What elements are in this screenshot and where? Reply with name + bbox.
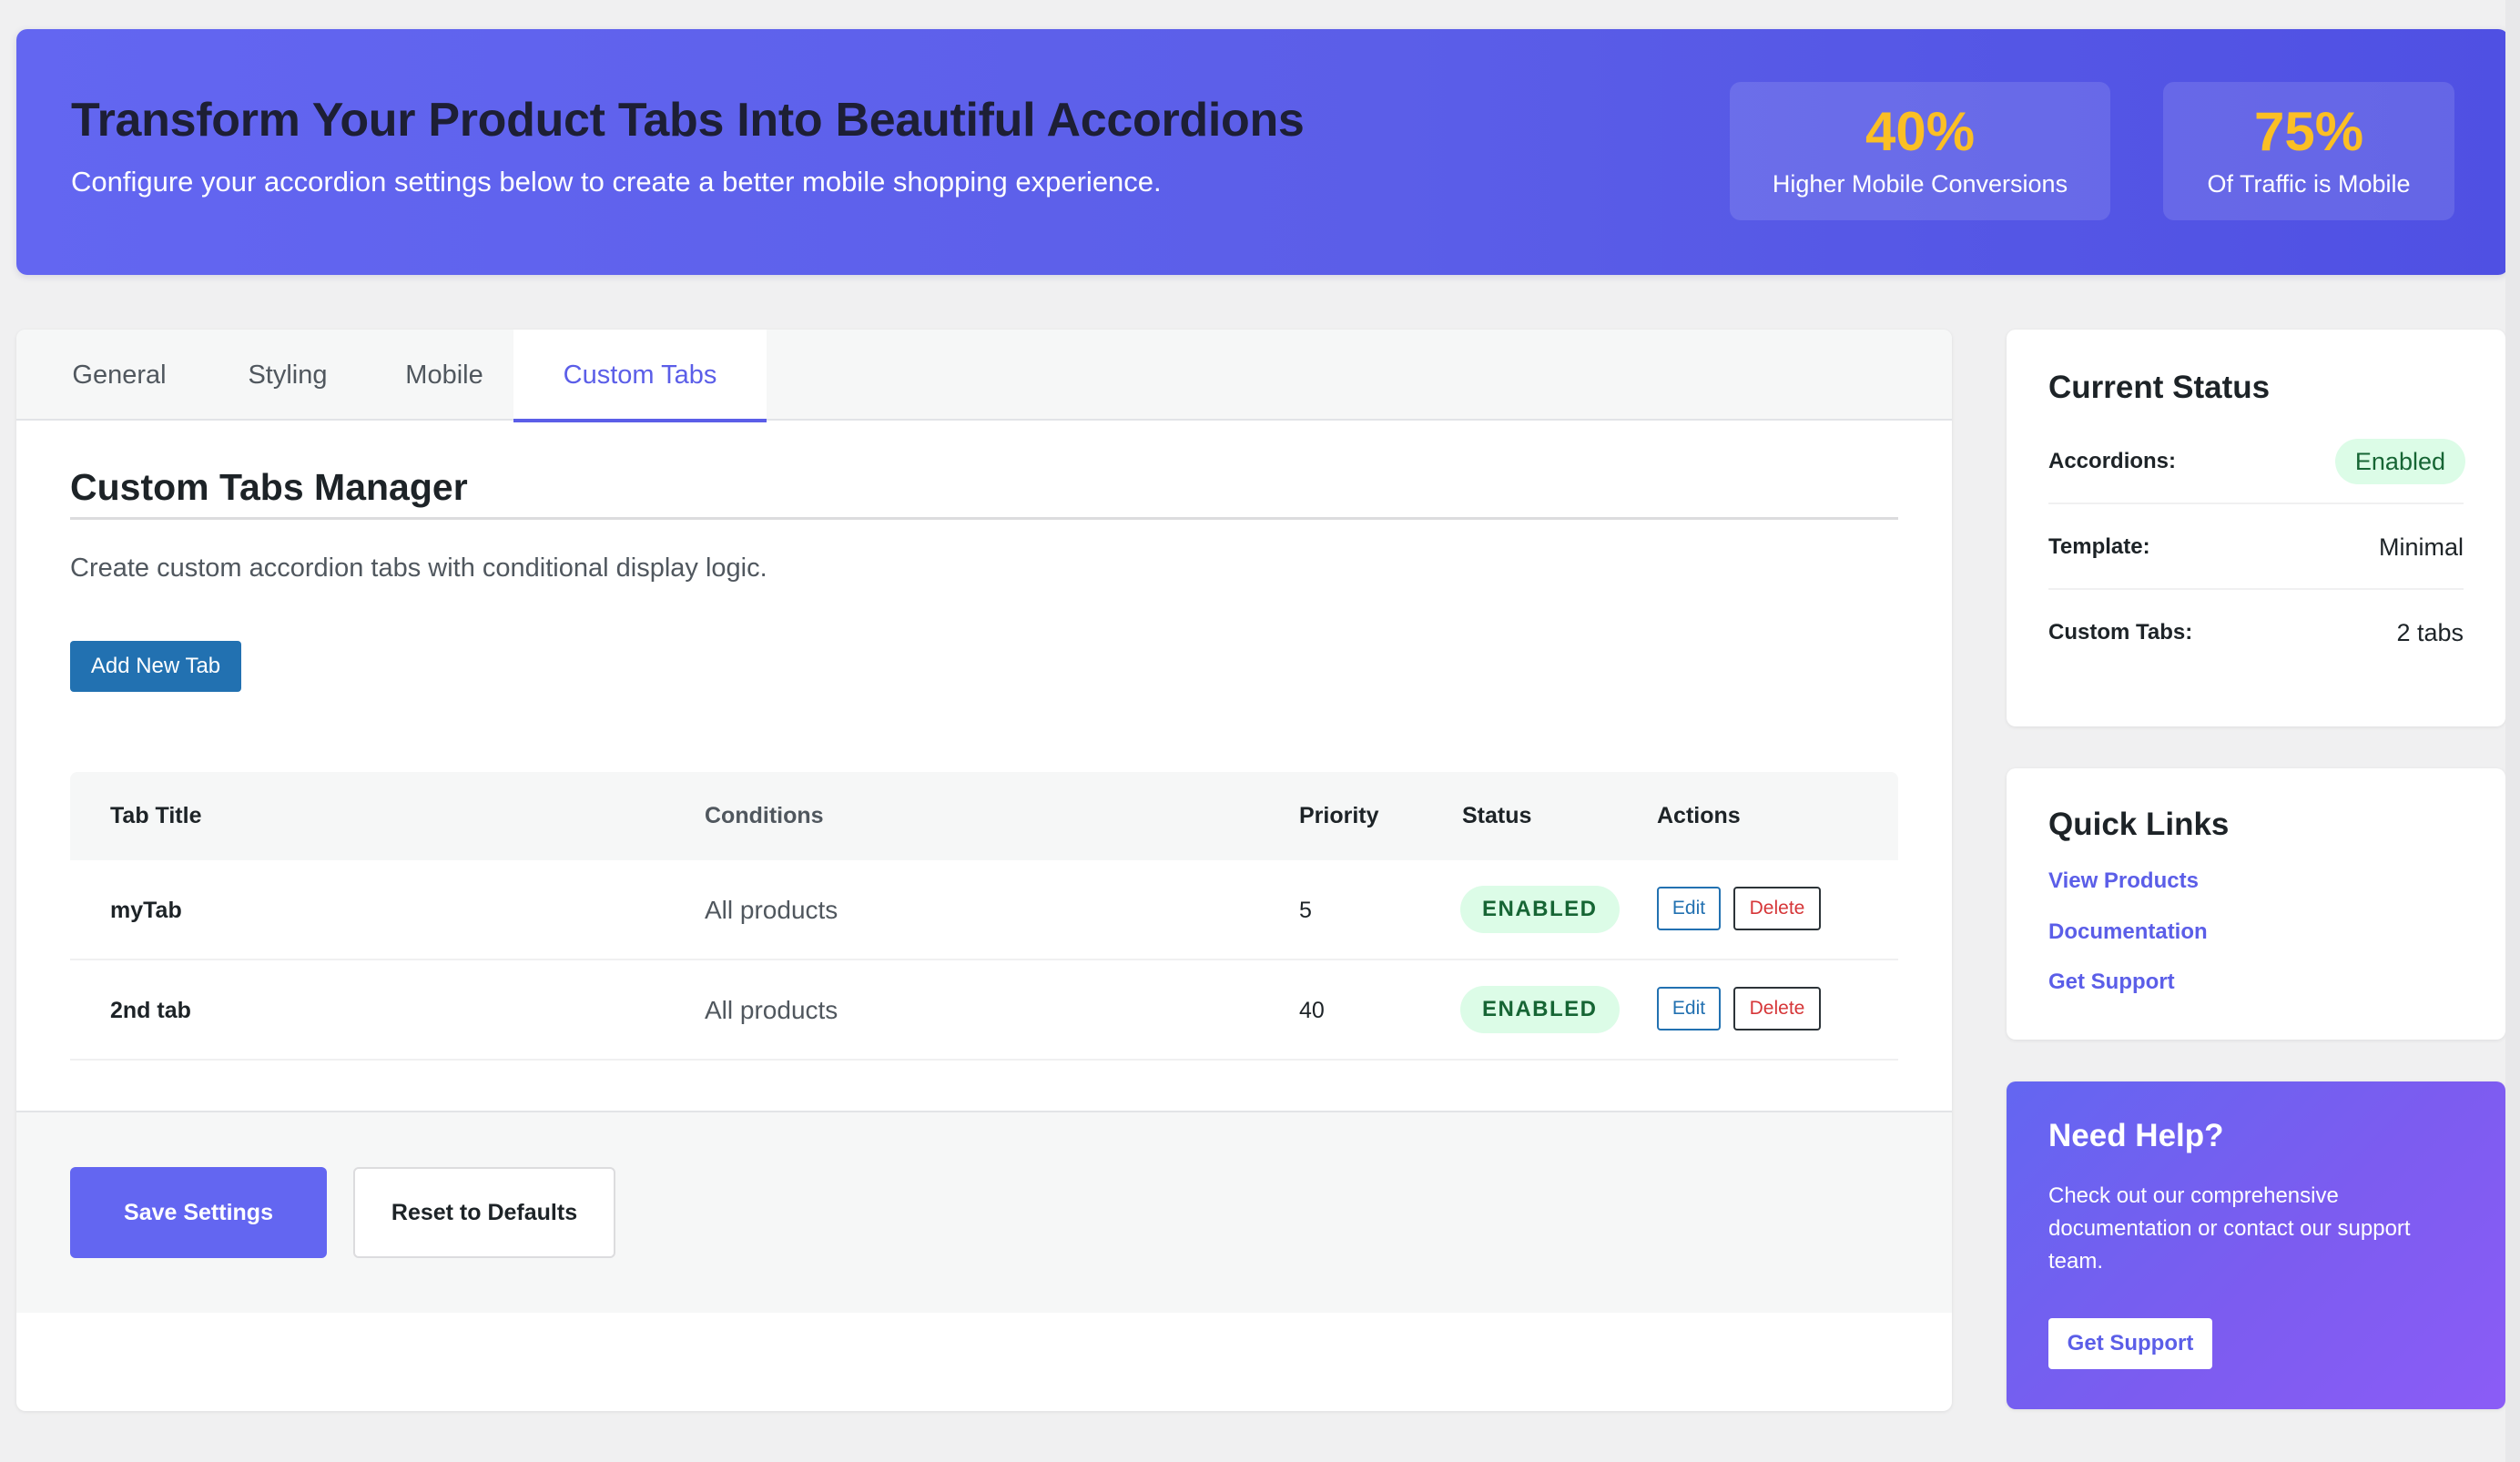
status-row-template: Template: Minimal — [2048, 504, 2464, 590]
card-title: Quick Links — [2048, 807, 2230, 842]
hero-subtitle: Configure your accordion settings below … — [71, 166, 1162, 198]
edit-button[interactable]: Edit — [1657, 887, 1721, 930]
stat-label: Of Traffic is Mobile — [2207, 169, 2411, 198]
reset-defaults-button[interactable]: Reset to Defaults — [353, 1167, 615, 1258]
card-title: Need Help? — [2048, 1118, 2224, 1153]
table-header: Tab Title Conditions Priority Status Act… — [70, 772, 1898, 860]
column-header-conditions: Conditions — [705, 803, 824, 828]
link-documentation[interactable]: Documentation — [2048, 919, 2208, 945]
status-badge: ENABLED — [1460, 986, 1620, 1033]
link-get-support[interactable]: Get Support — [2048, 970, 2175, 995]
delete-button[interactable]: Delete — [1733, 987, 1821, 1031]
stat-value: 75% — [2253, 100, 2364, 162]
section-title: Custom Tabs Manager — [70, 466, 468, 508]
form-actions: Save Settings Reset to Defaults — [16, 1111, 1952, 1313]
status-row-accordions: Accordions: Enabled — [2048, 419, 2465, 504]
stat-mobile-traffic: 75% Of Traffic is Mobile — [2163, 82, 2454, 220]
section-description: Create custom accordion tabs with condit… — [70, 553, 767, 583]
conditions-cell: All products — [705, 896, 838, 924]
priority-cell: 40 — [1299, 998, 1325, 1023]
priority-cell: 5 — [1299, 898, 1312, 923]
divider — [70, 517, 1898, 520]
tab-title-cell: myTab — [110, 898, 182, 923]
tab-styling[interactable]: Styling — [215, 330, 361, 421]
column-header-tab-title: Tab Title — [110, 803, 202, 828]
settings-panel: General Styling Mobile Custom Tabs Custo… — [16, 330, 1952, 1411]
link-view-products[interactable]: View Products — [2048, 868, 2199, 894]
hero-title: Transform Your Product Tabs Into Beautif… — [71, 94, 1305, 147]
need-help-card: Need Help? Check out our comprehensive d… — [2007, 1081, 2505, 1409]
tab-custom-tabs[interactable]: Custom Tabs — [513, 330, 767, 422]
status-badge: ENABLED — [1460, 886, 1620, 933]
stat-value: 40% — [1865, 100, 1976, 162]
custom-tabs-table: Tab Title Conditions Priority Status Act… — [70, 772, 1898, 1061]
stat-label: Higher Mobile Conversions — [1772, 169, 2068, 198]
status-value: Minimal — [2378, 533, 2464, 561]
tab-title-cell: 2nd tab — [110, 998, 191, 1023]
status-label: Accordions: — [2048, 449, 2177, 473]
hero-banner: Transform Your Product Tabs Into Beautif… — [16, 29, 2509, 275]
status-value: 2 tabs — [2396, 619, 2464, 646]
status-row-custom-tabs: Custom Tabs: 2 tabs — [2048, 590, 2464, 675]
stat-mobile-conversions: 40% Higher Mobile Conversions — [1730, 82, 2110, 220]
get-support-button[interactable]: Get Support — [2048, 1318, 2212, 1369]
settings-tab-bar: General Styling Mobile Custom Tabs — [16, 330, 1952, 422]
page-scrollbar[interactable] — [2505, 0, 2520, 1462]
status-label: Custom Tabs: — [2048, 620, 2193, 645]
table-row: 2nd tab All products 40 ENABLED Edit Del… — [70, 960, 1898, 1061]
status-badge: Enabled — [2334, 439, 2465, 484]
add-new-tab-button[interactable]: Add New Tab — [70, 641, 241, 692]
edit-button[interactable]: Edit — [1657, 987, 1721, 1031]
column-header-status: Status — [1462, 803, 1532, 828]
conditions-cell: All products — [705, 996, 838, 1024]
delete-button[interactable]: Delete — [1733, 887, 1821, 930]
column-header-priority: Priority — [1299, 803, 1379, 828]
quick-links-card: Quick Links View Products Documentation … — [2007, 768, 2505, 1040]
card-title: Current Status — [2048, 370, 2271, 405]
save-settings-button[interactable]: Save Settings — [70, 1167, 327, 1258]
table-row: myTab All products 5 ENABLED Edit Delete — [70, 860, 1898, 960]
tab-general[interactable]: General — [24, 330, 215, 421]
help-text: Check out our comprehensive documentatio… — [2048, 1183, 2411, 1274]
current-status-card: Current Status Accordions: Enabled Templ… — [2007, 330, 2505, 726]
column-header-actions: Actions — [1657, 803, 1741, 828]
status-label: Template: — [2048, 534, 2150, 559]
tab-mobile[interactable]: Mobile — [362, 330, 526, 421]
